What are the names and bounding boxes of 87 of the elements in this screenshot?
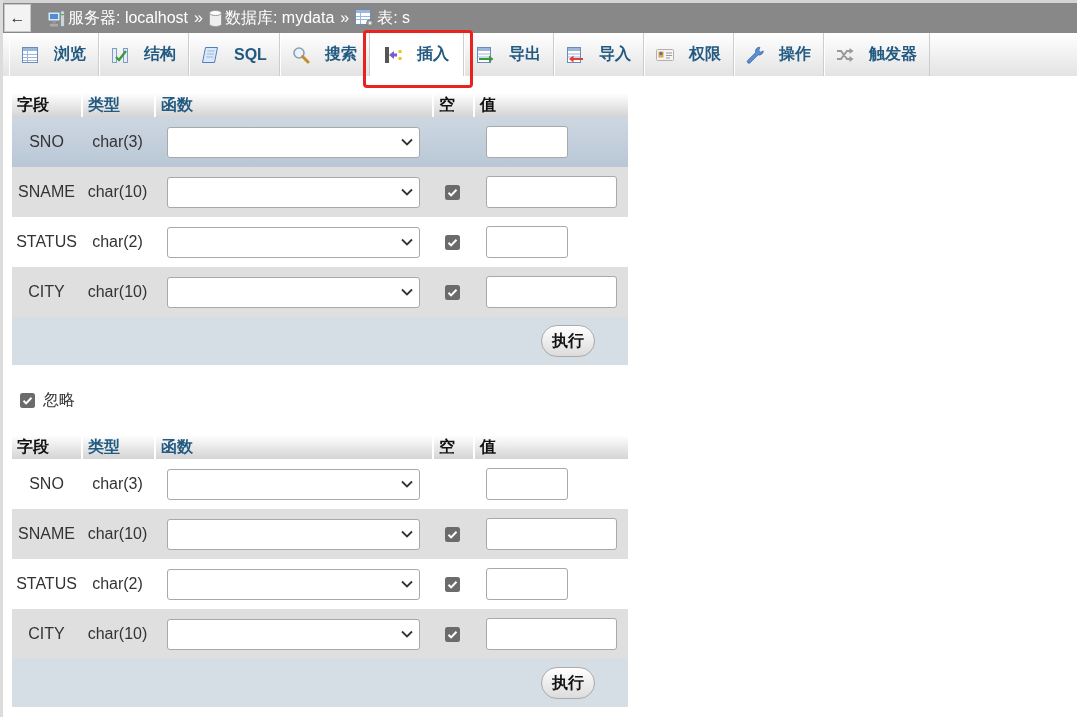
column-header: 值 [473, 435, 628, 459]
chevron-down-icon [401, 580, 413, 588]
field-type: char(2) [92, 575, 143, 593]
execute-button[interactable]: 执行 [541, 325, 595, 357]
chevron-down-icon [401, 138, 413, 146]
scroll-icon [201, 45, 219, 64]
function-select[interactable] [167, 518, 420, 550]
field-type: char(3) [92, 133, 143, 151]
function-select[interactable] [167, 618, 420, 650]
field-name: CITY [28, 625, 65, 643]
null-checkbox[interactable] [445, 576, 460, 592]
function-select[interactable] [167, 176, 420, 208]
field-name: SNO [29, 475, 64, 493]
field-type: char(10) [87, 625, 148, 643]
table-gear-icon [355, 9, 375, 27]
chevron-down-icon [401, 480, 413, 488]
field-type: char(10) [87, 183, 148, 201]
tab[interactable]: 导出 [463, 33, 554, 76]
null-checkbox[interactable] [445, 526, 460, 542]
field-type: char(10) [87, 525, 148, 543]
chevron-down-icon [401, 288, 413, 296]
table-arrow-left-icon [565, 45, 584, 64]
field-name: SNO [29, 133, 64, 151]
table-arrow-right-icon [475, 45, 494, 64]
value-input[interactable] [486, 518, 617, 550]
chevron-down-icon [401, 530, 413, 538]
field-name: STATUS [16, 233, 77, 251]
breadcrumb-link[interactable]: 数据库: mydata [224, 7, 335, 29]
checkbox-label: 忽略 [43, 389, 75, 410]
back-button[interactable]: ← [4, 4, 31, 32]
field-name: SNAME [18, 525, 75, 543]
field-type: char(10) [87, 283, 148, 301]
column-header: 字段 [12, 435, 81, 459]
null-checkbox[interactable] [445, 184, 460, 200]
value-input[interactable] [486, 618, 617, 650]
field-name: CITY [28, 283, 65, 301]
tab[interactable]: 权限 [643, 33, 734, 76]
null-checkbox[interactable] [445, 234, 460, 250]
tab[interactable]: 插入 [369, 33, 464, 76]
value-input[interactable] [486, 176, 617, 208]
tab[interactable]: 搜索 [279, 33, 370, 76]
column-header: 字段 [12, 93, 81, 117]
function-select[interactable] [167, 568, 420, 600]
column-header[interactable]: 类型 [81, 93, 154, 117]
value-input[interactable] [486, 126, 568, 158]
column-arrow-icon [383, 45, 402, 64]
column-header[interactable]: 类型 [81, 435, 154, 459]
tab[interactable]: 浏览 [9, 33, 99, 76]
value-input[interactable] [486, 276, 617, 308]
column-header: 值 [473, 93, 628, 117]
breadcrumb-separator: » [340, 9, 350, 27]
value-input[interactable] [486, 568, 568, 600]
breadcrumb-link[interactable]: 服务器: localhost [68, 7, 189, 29]
field-name: SNAME [18, 183, 75, 201]
field-type: char(3) [92, 475, 143, 493]
computer-icon [47, 9, 65, 27]
function-select[interactable] [167, 126, 420, 158]
tab[interactable]: 操作 [733, 33, 824, 76]
breadcrumb-link[interactable]: 表: s [377, 7, 411, 29]
column-header: 空 [432, 93, 473, 117]
tab[interactable]: 触发器 [823, 33, 930, 76]
null-checkbox[interactable] [445, 284, 460, 300]
function-select[interactable] [167, 276, 420, 308]
breadcrumb-separator: » [194, 9, 203, 27]
field-name: STATUS [16, 575, 77, 593]
columns-check-icon [111, 45, 129, 64]
function-select[interactable] [167, 468, 420, 500]
table-icon [21, 45, 39, 64]
tab[interactable]: SQL [189, 33, 280, 76]
database-icon [208, 9, 222, 27]
chevron-down-icon [401, 188, 413, 196]
column-header[interactable]: 函数 [154, 93, 432, 117]
null-checkbox[interactable] [445, 626, 460, 642]
value-input[interactable] [486, 226, 568, 258]
column-header: 空 [432, 435, 473, 459]
value-input[interactable] [486, 468, 568, 500]
wrench-icon [745, 45, 764, 64]
ignore-checkbox[interactable] [20, 392, 35, 408]
column-header[interactable]: 函数 [154, 435, 432, 459]
execute-button[interactable]: 执行 [541, 667, 595, 699]
chevron-down-icon [401, 630, 413, 638]
search-icon [291, 45, 310, 64]
chevron-down-icon [401, 238, 413, 246]
field-type: char(2) [92, 233, 143, 251]
tab[interactable]: 导入 [553, 33, 644, 76]
function-select[interactable] [167, 226, 420, 258]
tab[interactable]: 结构 [99, 33, 189, 76]
